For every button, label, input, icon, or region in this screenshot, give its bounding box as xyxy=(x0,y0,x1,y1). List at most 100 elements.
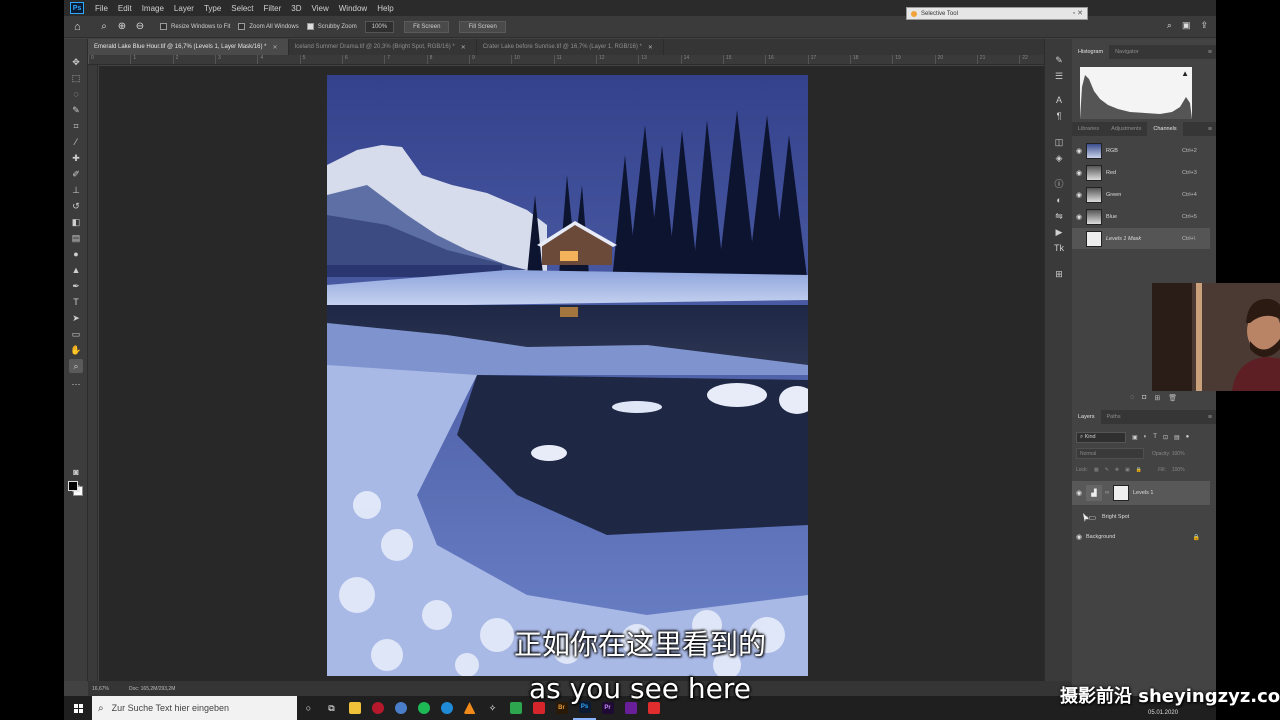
brush-tool-icon[interactable]: ✐ xyxy=(69,167,83,181)
eye-icon[interactable]: ◉ xyxy=(1072,213,1086,221)
lock-position-icon[interactable]: ✥ xyxy=(1115,467,1119,473)
share-icon[interactable]: ⇪ xyxy=(1200,20,1208,31)
zoom-value-field[interactable]: 100% xyxy=(364,20,395,33)
shape-tool-icon[interactable]: ▭ xyxy=(69,327,83,341)
blend-mode-select[interactable]: Normal xyxy=(1076,448,1144,459)
character-icon[interactable]: A xyxy=(1052,93,1066,107)
healing-brush-icon[interactable]: ✚ xyxy=(69,151,83,165)
panel-menu-icon[interactable]: ≡ xyxy=(1208,122,1216,136)
opacity-value[interactable]: 100% xyxy=(1172,451,1185,457)
zoom-in-icon[interactable]: ⊕ xyxy=(116,21,128,33)
clone-source-icon[interactable]: ⇋ xyxy=(1052,209,1066,223)
kind-filter-select[interactable]: ⌕ Kind xyxy=(1076,431,1126,443)
panel-menu-icon[interactable]: ≡ xyxy=(1208,410,1216,424)
eye-icon[interactable]: ◉ xyxy=(1072,533,1086,541)
actions-icon[interactable]: ▶ xyxy=(1052,225,1066,239)
menu-type[interactable]: Type xyxy=(199,4,226,13)
new-channel-icon[interactable]: ⊞ xyxy=(1154,394,1160,402)
tab-adjustments[interactable]: Adjustments xyxy=(1105,122,1147,136)
layer-mask-thumbnail[interactable] xyxy=(1113,485,1129,501)
smart-object-filter-icon[interactable]: ▤ xyxy=(1174,434,1180,441)
tab-libraries[interactable]: Libraries xyxy=(1072,122,1105,136)
lasso-tool-icon[interactable]: ◌ xyxy=(69,87,83,101)
brush-settings-icon[interactable]: ✎ xyxy=(1052,53,1066,67)
paragraph-icon[interactable]: ¶ xyxy=(1052,109,1066,123)
tab-crater-lake[interactable]: Crater Lake before Sunrise.tif @ 16,7% (… xyxy=(477,39,664,55)
channel-levels-mask[interactable]: Levels 1 Mask Ctrl+\ xyxy=(1072,228,1210,249)
panel-menu-icon[interactable]: ≡ xyxy=(1208,45,1216,59)
menu-filter[interactable]: Filter xyxy=(259,4,287,13)
more-tools-icon[interactable]: ⋯ xyxy=(69,377,83,391)
tab-channels[interactable]: Channels xyxy=(1147,122,1183,136)
quick-mask-icon[interactable]: ◙ xyxy=(69,465,83,479)
eye-icon[interactable]: ◉ xyxy=(1072,489,1086,497)
menu-edit[interactable]: Edit xyxy=(113,4,137,13)
eyedropper-tool-icon[interactable]: ⁄ xyxy=(69,135,83,149)
warning-icon[interactable]: ▲ xyxy=(1181,69,1189,78)
lock-transparent-icon[interactable]: ▦ xyxy=(1094,467,1099,473)
tab-emerald-lake[interactable]: Emerald Lake Blue Hour.tif @ 16,7% (Leve… xyxy=(88,39,289,55)
menu-3d[interactable]: 3D xyxy=(286,4,306,13)
document-image[interactable] xyxy=(327,75,808,676)
menu-window[interactable]: Window xyxy=(334,4,372,13)
selective-tool-window[interactable]: Selective Tool ▫ ✕ xyxy=(906,7,1088,20)
foreground-color-swatch[interactable] xyxy=(68,481,78,491)
adjustment-filter-icon[interactable]: ◐ xyxy=(1144,434,1148,440)
zoom-out-icon[interactable]: ⊖ xyxy=(134,21,146,33)
layer-background[interactable]: ◉ Background 🔒 xyxy=(1072,527,1210,547)
layer-bright-spot[interactable]: ›▭ Bright Spot xyxy=(1072,507,1210,527)
eraser-tool-icon[interactable]: ◧ xyxy=(69,215,83,229)
swatches-icon[interactable]: ◫ xyxy=(1052,135,1066,149)
canvas-area[interactable] xyxy=(99,66,1104,681)
channel-blue[interactable]: ◉ Blue Ctrl+5 xyxy=(1072,206,1210,227)
tab-layers[interactable]: Layers xyxy=(1072,410,1101,424)
close-icon[interactable]: ✕ xyxy=(648,44,653,51)
glyphs-icon[interactable]: Tk xyxy=(1052,241,1066,255)
menu-layer[interactable]: Layer xyxy=(169,4,199,13)
menu-view[interactable]: View xyxy=(307,4,334,13)
tab-paths[interactable]: Paths xyxy=(1101,410,1127,424)
zoom-tool-icon[interactable]: ⌕ xyxy=(69,359,83,373)
properties-icon[interactable]: ☰ xyxy=(1052,69,1066,83)
eye-icon[interactable]: ◉ xyxy=(1072,191,1086,199)
tab-iceland-summer[interactable]: Iceland Summer Drama.tif @ 20,3% (Bright… xyxy=(289,39,477,55)
info-icon[interactable]: ⓘ xyxy=(1052,177,1066,191)
menu-select[interactable]: Select xyxy=(226,4,258,13)
path-select-icon[interactable]: ➤ xyxy=(69,311,83,325)
hand-tool-icon[interactable]: ✋ xyxy=(69,343,83,357)
tab-navigator[interactable]: Navigator xyxy=(1109,45,1145,59)
eye-icon[interactable]: ◉ xyxy=(1072,147,1086,155)
channel-rgb[interactable]: ◉ RGB Ctrl+2 xyxy=(1072,140,1210,161)
color-icon[interactable]: ◐ xyxy=(1052,193,1066,207)
tab-histogram[interactable]: Histogram xyxy=(1072,45,1110,59)
link-icon[interactable]: ∞ xyxy=(1105,490,1111,496)
close-icon[interactable]: ✕ xyxy=(461,44,466,51)
quick-select-tool-icon[interactable]: ✎ xyxy=(69,103,83,117)
type-filter-icon[interactable]: T xyxy=(1153,434,1157,440)
gradient-tool-icon[interactable]: ▤ xyxy=(69,231,83,245)
filter-toggle-icon[interactable]: ● xyxy=(1186,434,1190,440)
zoom-tool-icon[interactable]: ⌕ xyxy=(98,21,110,33)
layer-name[interactable]: Bright Spot xyxy=(1102,514,1129,520)
lock-artboard-icon[interactable]: ▣ xyxy=(1125,467,1130,473)
dodge-tool-icon[interactable]: ▲ xyxy=(69,263,83,277)
fill-screen-button[interactable]: Fill Screen xyxy=(459,20,506,33)
pen-tool-icon[interactable]: ✒ xyxy=(69,279,83,293)
eye-icon[interactable]: ◉ xyxy=(1072,169,1086,177)
plugin-icon[interactable]: ⊞ xyxy=(1052,267,1066,281)
channel-red[interactable]: ◉ Red Ctrl+3 xyxy=(1072,162,1210,183)
close-icon[interactable]: ✕ xyxy=(273,44,278,51)
lock-all-icon[interactable]: 🔒 xyxy=(1136,467,1142,473)
blur-tool-icon[interactable]: ● xyxy=(69,247,83,261)
zoom-all-windows-checkbox[interactable]: Zoom All Windows xyxy=(238,23,299,30)
layer-levels-1[interactable]: ◉ ▟ ∞ Levels 1 xyxy=(1072,481,1210,505)
home-icon[interactable]: ⌂ xyxy=(74,21,86,33)
resize-windows-checkbox[interactable]: Resize Windows to Fit xyxy=(160,23,230,30)
scrubby-zoom-checkbox[interactable]: Scrubby Zoom xyxy=(306,23,357,30)
layer-name[interactable]: Levels 1 xyxy=(1133,490,1154,496)
shape-filter-icon[interactable]: ⊡ xyxy=(1163,434,1168,441)
pixel-filter-icon[interactable]: ▣ xyxy=(1132,434,1138,441)
menu-file[interactable]: File xyxy=(90,4,113,13)
dotted-circle-icon[interactable]: ◌ xyxy=(1130,394,1134,402)
crop-tool-icon[interactable]: ⌗ xyxy=(69,119,83,133)
